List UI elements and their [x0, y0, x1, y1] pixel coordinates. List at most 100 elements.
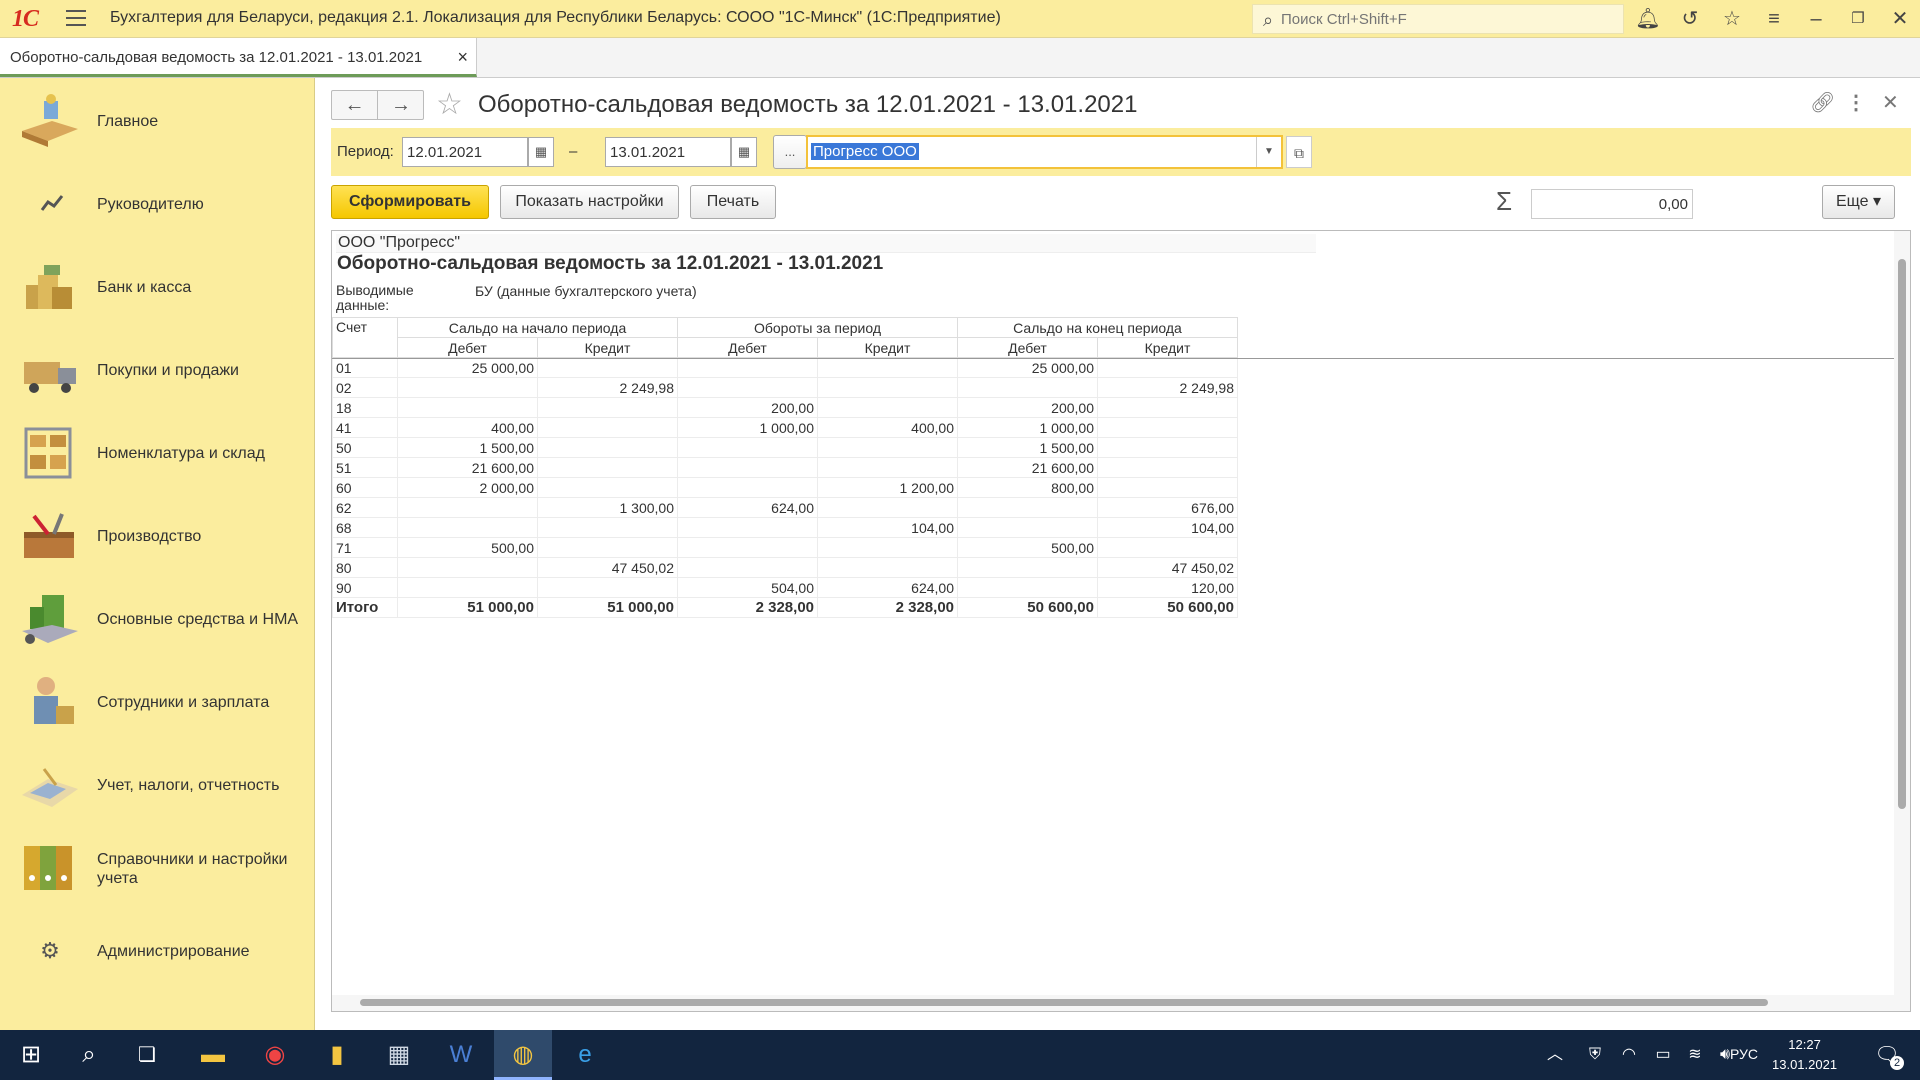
amount-cell[interactable] — [677, 377, 818, 398]
account-cell[interactable]: 18 — [332, 397, 398, 418]
search-icon[interactable]: ⌕ — [60, 1030, 118, 1080]
amount-cell[interactable] — [537, 537, 678, 558]
amount-cell[interactable] — [397, 577, 538, 598]
total-cell[interactable]: 50 600,00 — [957, 597, 1098, 618]
amount-cell[interactable]: 200,00 — [957, 397, 1098, 418]
history-icon[interactable]: ↺ — [1675, 4, 1705, 34]
amount-cell[interactable]: 800,00 — [957, 477, 1098, 498]
file-explorer-icon[interactable]: ▬ — [184, 1030, 242, 1080]
close-icon[interactable]: ✕ — [1885, 4, 1915, 34]
amount-cell[interactable]: 25 000,00 — [957, 357, 1098, 378]
amount-cell[interactable]: 21 600,00 — [397, 457, 538, 478]
amount-cell[interactable]: 1 000,00 — [957, 417, 1098, 438]
amount-cell[interactable] — [537, 577, 678, 598]
more-button[interactable]: Еще ▾ — [1822, 185, 1895, 219]
table-row[interactable]: 50 1 500,00 1 500,00 — [332, 437, 1238, 458]
amount-cell[interactable] — [817, 397, 958, 418]
amount-cell[interactable] — [817, 437, 958, 458]
sidebar-item-stock[interactable]: Номенклатура и склад — [0, 413, 315, 493]
sidebar-item-references[interactable]: Справочники и настройки учета — [0, 828, 315, 908]
amount-cell[interactable] — [1097, 477, 1238, 498]
account-cell[interactable]: 62 — [332, 497, 398, 518]
account-cell[interactable]: 80 — [332, 557, 398, 578]
forward-arrow-icon[interactable]: → — [378, 91, 424, 119]
scroll-thumb[interactable] — [360, 999, 1768, 1006]
generate-button[interactable]: Сформировать — [331, 185, 489, 219]
amount-cell[interactable] — [957, 497, 1098, 518]
amount-cell[interactable] — [957, 577, 1098, 598]
sidebar-item-assets[interactable]: Основные средства и НМА — [0, 579, 315, 659]
total-cell[interactable]: 2 328,00 — [817, 597, 958, 618]
favorite-star-icon[interactable]: ☆ — [436, 87, 463, 122]
amount-cell[interactable] — [677, 357, 818, 378]
amount-cell[interactable] — [537, 357, 678, 378]
sidebar-item-bank[interactable]: Банк и касса — [0, 247, 315, 327]
vertical-scrollbar[interactable] — [1894, 231, 1910, 1011]
close-form-icon[interactable]: ✕ — [1882, 90, 1899, 115]
amount-cell[interactable] — [537, 457, 678, 478]
sidebar-item-manager[interactable]: Руководителю — [0, 164, 315, 244]
amount-cell[interactable] — [817, 497, 958, 518]
table-row[interactable]: 71 500,00 500,00 — [332, 537, 1238, 558]
amount-cell[interactable]: 1 300,00 — [537, 497, 678, 518]
amount-cell[interactable] — [397, 557, 538, 578]
amount-cell[interactable]: 1 500,00 — [957, 437, 1098, 458]
amount-cell[interactable] — [397, 517, 538, 538]
calendar-icon[interactable]: ▦ — [731, 137, 757, 167]
sidebar-item-main[interactable]: Главное — [0, 81, 315, 161]
total-cell[interactable]: 2 328,00 — [677, 597, 818, 618]
star-icon[interactable]: ☆ — [1717, 4, 1747, 34]
amount-cell[interactable] — [1097, 437, 1238, 458]
total-cell[interactable]: 51 000,00 — [537, 597, 678, 618]
amount-cell[interactable] — [537, 437, 678, 458]
report-document[interactable]: ООО "Прогресс" Оборотно-сальдовая ведомо… — [331, 230, 1911, 1012]
amount-cell[interactable] — [957, 377, 1098, 398]
sidebar-item-production[interactable]: Производство — [0, 496, 315, 576]
language-indicator[interactable]: РУС — [1730, 1046, 1758, 1062]
clock[interactable]: 12:27 13.01.2021 — [1772, 1035, 1837, 1075]
account-cell[interactable]: 60 — [332, 477, 398, 498]
total-cell[interactable]: 51 000,00 — [397, 597, 538, 618]
amount-cell[interactable] — [1097, 537, 1238, 558]
amount-cell[interactable] — [817, 557, 958, 578]
amount-cell[interactable] — [817, 377, 958, 398]
amount-cell[interactable]: 47 450,02 — [1097, 557, 1238, 578]
account-cell[interactable]: 90 — [332, 577, 398, 598]
amount-cell[interactable]: 1 000,00 — [677, 417, 818, 438]
sidebar-item-taxes[interactable]: Учет, налоги, отчетность — [0, 745, 315, 825]
amount-cell[interactable]: 2 000,00 — [397, 477, 538, 498]
amount-cell[interactable] — [677, 437, 818, 458]
account-cell[interactable]: 02 — [332, 377, 398, 398]
minimize-icon[interactable]: – — [1801, 4, 1831, 34]
calendar-icon[interactable]: ▦ — [528, 137, 554, 167]
amount-cell[interactable]: 200,00 — [677, 397, 818, 418]
amount-cell[interactable] — [397, 497, 538, 518]
amount-cell[interactable] — [817, 457, 958, 478]
print-button[interactable]: Печать — [690, 185, 776, 219]
account-cell[interactable]: 51 — [332, 457, 398, 478]
amount-cell[interactable] — [677, 457, 818, 478]
notifications-icon[interactable]: 🗨︎ 2 — [1858, 1030, 1916, 1080]
total-label[interactable]: Итого — [332, 597, 398, 618]
amount-cell[interactable]: 504,00 — [677, 577, 818, 598]
amount-cell[interactable]: 1 500,00 — [397, 437, 538, 458]
amount-cell[interactable] — [677, 517, 818, 538]
search-input[interactable] — [1281, 5, 1611, 33]
amount-cell[interactable]: 120,00 — [1097, 577, 1238, 598]
date-to-field[interactable]: 13.01.2021 — [605, 137, 731, 167]
word-icon[interactable]: W — [432, 1030, 490, 1080]
restore-icon[interactable]: ❐ — [1843, 4, 1873, 34]
menu-icon[interactable] — [66, 10, 86, 26]
amount-cell[interactable]: 104,00 — [1097, 517, 1238, 538]
amount-cell[interactable]: 1 200,00 — [817, 477, 958, 498]
table-row[interactable]: 68 104,00 104,00 — [332, 517, 1238, 538]
horizontal-scrollbar[interactable] — [332, 995, 1894, 1011]
scroll-thumb[interactable] — [1898, 259, 1906, 809]
account-cell[interactable]: 41 — [332, 417, 398, 438]
calculator-app-icon[interactable]: ▦ — [370, 1030, 428, 1080]
link-icon[interactable]: 🔗︎ — [1810, 90, 1835, 115]
tab-osv[interactable]: Оборотно-сальдовая ведомость за 12.01.20… — [0, 38, 477, 77]
task-view-icon[interactable]: ❏ — [118, 1030, 176, 1080]
amount-cell[interactable] — [1097, 397, 1238, 418]
1c-app-icon[interactable]: ◍ — [494, 1030, 552, 1080]
